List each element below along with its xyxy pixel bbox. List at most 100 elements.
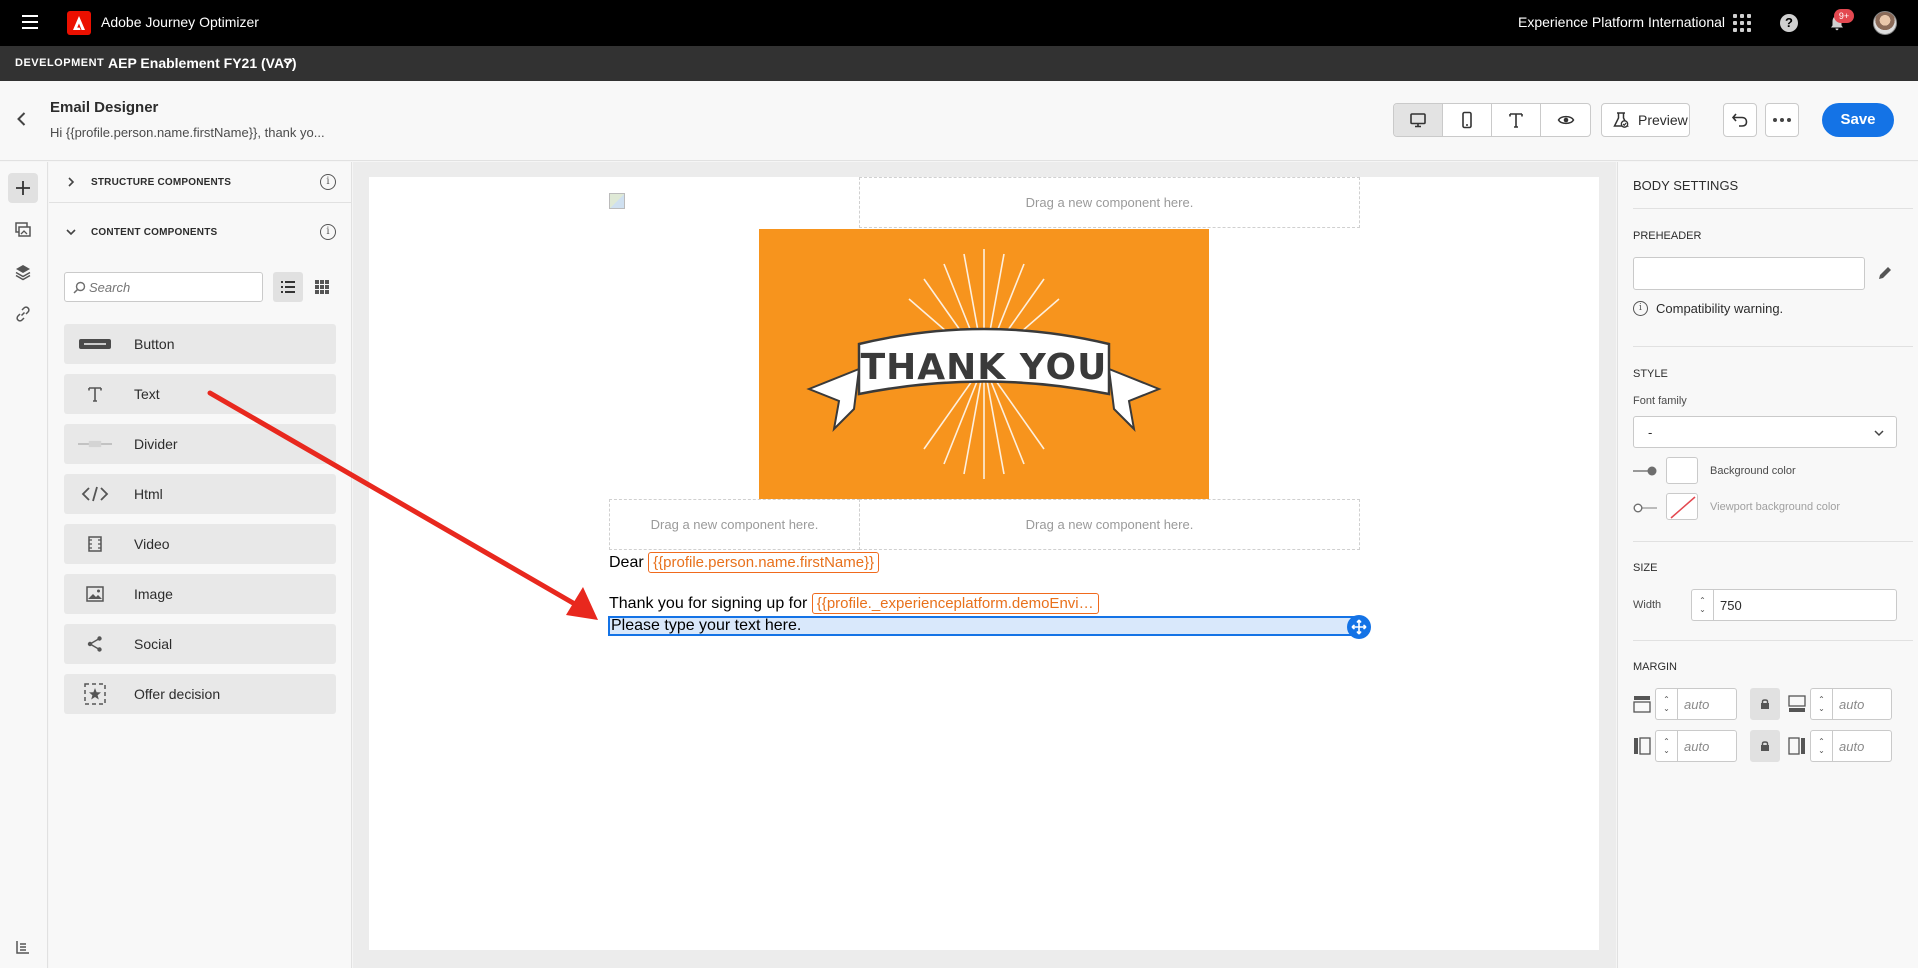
- margin-lock-button[interactable]: [1750, 688, 1780, 720]
- component-label: Button: [134, 336, 175, 352]
- back-arrow-icon[interactable]: [12, 109, 32, 129]
- divider-icon: [78, 432, 112, 456]
- chevron-right-icon: [68, 177, 75, 187]
- margin-label: MARGIN: [1633, 661, 1677, 673]
- margin-top-input[interactable]: auto: [1677, 688, 1737, 720]
- text-view-button[interactable]: [1492, 104, 1541, 136]
- undo-button[interactable]: [1723, 103, 1757, 137]
- width-input[interactable]: 750: [1713, 589, 1897, 621]
- info-icon: i: [1633, 301, 1648, 316]
- font-family-label: Font family: [1633, 395, 1687, 407]
- lock-icon: [1761, 699, 1769, 709]
- margin-right-input[interactable]: auto: [1832, 730, 1892, 762]
- viewport-background-toggle[interactable]: [1633, 503, 1657, 513]
- avatar[interactable]: [1873, 11, 1897, 35]
- margin-bottom-icon: [1788, 695, 1806, 712]
- hamburger-menu-icon[interactable]: [22, 15, 38, 29]
- chevron-down-icon[interactable]: [282, 56, 294, 68]
- dropzone[interactable]: Drag a new component here.: [859, 177, 1360, 228]
- margin-top-icon: [1633, 696, 1651, 713]
- view-mode-toggle: [1393, 103, 1591, 137]
- thanks-line[interactable]: Thank you for signing up for {{profile._…: [609, 593, 1099, 614]
- save-button[interactable]: Save: [1822, 103, 1894, 137]
- component-image[interactable]: Image: [64, 574, 336, 614]
- image-icon: [78, 582, 112, 606]
- dropzone[interactable]: Drag a new component here.: [859, 499, 1360, 550]
- links-tab[interactable]: [8, 299, 38, 329]
- background-color-swatch[interactable]: [1666, 457, 1698, 484]
- margin-bottom-input[interactable]: auto: [1832, 688, 1892, 720]
- greeting-line[interactable]: Dear {{profile.person.name.firstName}}: [609, 552, 880, 573]
- compatibility-warning-text: Compatibility warning.: [1656, 301, 1784, 316]
- margin-left-icon: [1634, 737, 1651, 755]
- help-icon[interactable]: ?: [1780, 14, 1798, 32]
- component-html[interactable]: Html: [64, 474, 336, 514]
- info-icon[interactable]: i: [320, 174, 336, 190]
- components-panel: STRUCTURE COMPONENTS i CONTENT COMPONENT…: [49, 162, 352, 968]
- social-icon: [78, 632, 112, 656]
- pencil-icon[interactable]: [1877, 265, 1893, 281]
- divider: [1633, 346, 1913, 347]
- eye-icon: [1557, 115, 1574, 125]
- font-family-select[interactable]: -: [1633, 416, 1897, 448]
- assets-tab[interactable]: [8, 215, 38, 245]
- component-divider[interactable]: Divider: [64, 424, 336, 464]
- component-label: Image: [134, 586, 173, 602]
- style-label: STYLE: [1633, 368, 1668, 380]
- panel-title: BODY SETTINGS: [1633, 178, 1739, 193]
- demo-env-token[interactable]: {{profile._experienceplatform.demoEnvi…: [811, 593, 1099, 614]
- content-components-header[interactable]: CONTENT COMPONENTS i: [49, 212, 352, 252]
- background-color-toggle[interactable]: [1633, 466, 1657, 476]
- info-icon[interactable]: i: [320, 224, 336, 240]
- environment-label: DEVELOPMENT: [15, 57, 105, 69]
- chevron-down-icon: [1874, 430, 1884, 437]
- component-video[interactable]: Video: [64, 524, 336, 564]
- more-options-button[interactable]: [1765, 103, 1799, 137]
- apps-grid-icon[interactable]: [1733, 14, 1751, 32]
- content-components-label: CONTENT COMPONENTS: [91, 226, 218, 238]
- dropzone[interactable]: Drag a new component here.: [609, 499, 860, 550]
- editor-header: Email Designer Hi {{profile.person.name.…: [0, 81, 1918, 161]
- adobe-logo-icon: [67, 11, 91, 35]
- viewport-background-swatch[interactable]: [1666, 493, 1698, 520]
- plus-icon: [16, 181, 30, 195]
- search-input[interactable]: [89, 273, 259, 301]
- component-offer-decision[interactable]: Offer decision: [64, 674, 336, 714]
- move-handle[interactable]: [1347, 615, 1371, 639]
- component-social[interactable]: Social: [64, 624, 336, 664]
- divider: [1633, 640, 1913, 641]
- layers-tab[interactable]: [8, 257, 38, 287]
- divider: [1633, 208, 1913, 209]
- org-switcher[interactable]: Experience Platform International: [1518, 14, 1725, 30]
- desktop-view-button[interactable]: [1394, 104, 1443, 136]
- margin-top-stepper[interactable]: ⌃ ⌄: [1655, 688, 1677, 720]
- component-label: Html: [134, 486, 163, 502]
- firstname-token[interactable]: {{profile.person.name.firstName}}: [648, 552, 880, 573]
- thanks-text: Thank you for signing up for: [609, 595, 808, 612]
- divider: [49, 202, 352, 203]
- preview-button[interactable]: Preview: [1601, 103, 1690, 137]
- margin-left-input[interactable]: auto: [1677, 730, 1737, 762]
- layers-settings-tab[interactable]: [8, 932, 38, 962]
- width-stepper[interactable]: ⌃ ⌄: [1691, 589, 1713, 621]
- margin-bottom-stepper[interactable]: ⌃ ⌄: [1810, 688, 1832, 720]
- app-title[interactable]: Adobe Journey Optimizer: [101, 14, 259, 30]
- add-components-tab[interactable]: [8, 173, 38, 203]
- margin-right-stepper[interactable]: ⌃ ⌄: [1810, 730, 1832, 762]
- structure-components-header[interactable]: STRUCTURE COMPONENTS i: [49, 162, 352, 202]
- preheader-input[interactable]: [1633, 257, 1865, 290]
- sandbox-switcher[interactable]: AEP Enablement FY21 (VA7): [108, 55, 297, 71]
- component-text[interactable]: Text: [64, 374, 336, 414]
- preview-label: Preview: [1638, 112, 1688, 128]
- margin-right-icon: [1788, 737, 1805, 755]
- margin-left-stepper[interactable]: ⌃ ⌄: [1655, 730, 1677, 762]
- thank-you-banner-image[interactable]: THANK YOU: [759, 229, 1209, 499]
- selected-text-block[interactable]: Please type your text here.: [608, 616, 1358, 636]
- broken-image-icon[interactable]: [609, 193, 625, 209]
- mobile-view-button[interactable]: [1443, 104, 1492, 136]
- margin-lock-button[interactable]: [1750, 730, 1780, 762]
- component-button[interactable]: Button: [64, 324, 336, 364]
- list-view-button[interactable]: [273, 272, 303, 302]
- preview-toggle-button[interactable]: [1541, 104, 1590, 136]
- grid-view-button[interactable]: [307, 272, 337, 302]
